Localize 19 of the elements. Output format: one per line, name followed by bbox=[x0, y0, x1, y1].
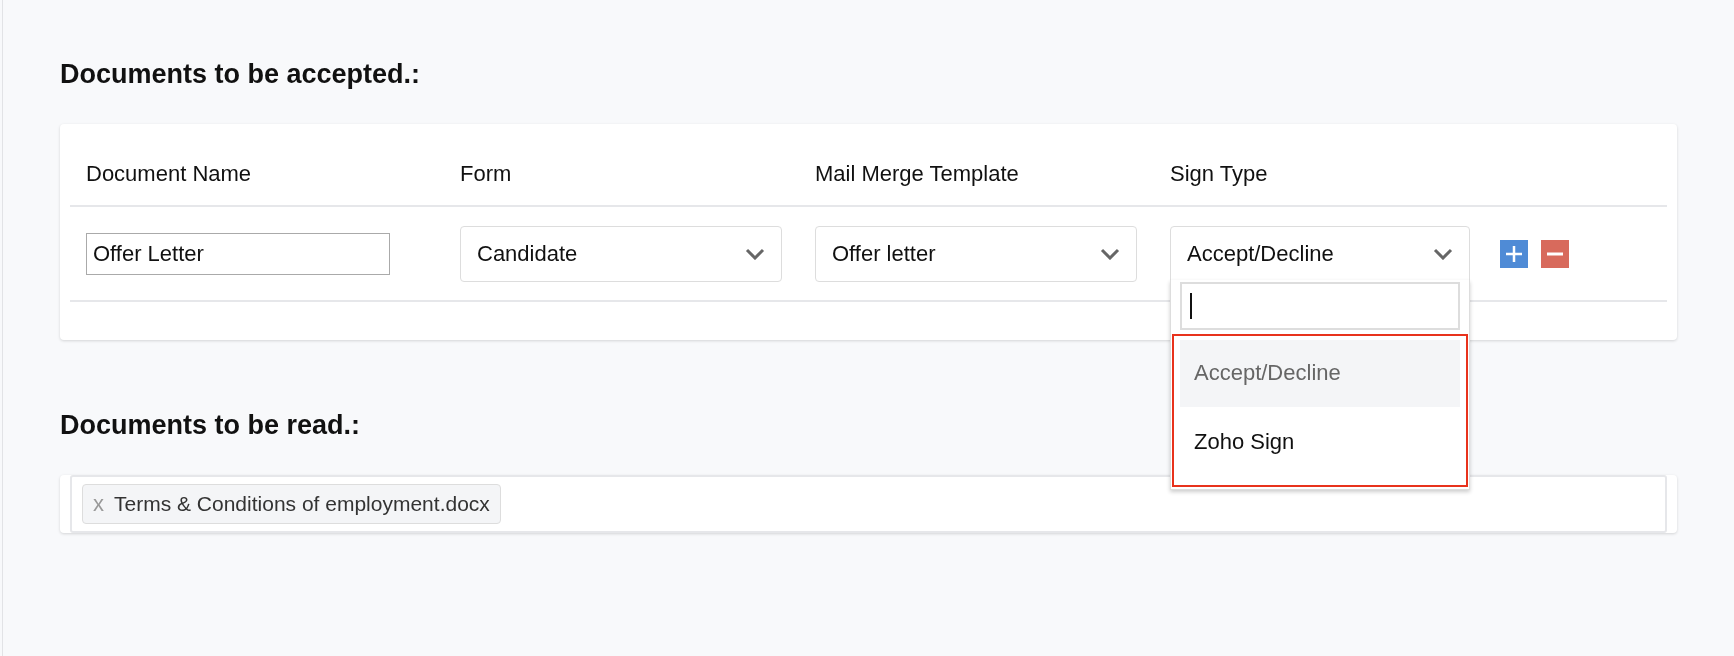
add-icon[interactable] bbox=[1500, 239, 1528, 268]
chevron-down-icon bbox=[1433, 247, 1453, 260]
section-heading: Documents to be accepted.: bbox=[60, 58, 422, 90]
remove-icon[interactable] bbox=[1541, 239, 1569, 268]
chevron-down-icon bbox=[1100, 247, 1120, 260]
select-field[interactable]: Offer letter bbox=[815, 225, 1137, 282]
column-header: Sign Type bbox=[1154, 142, 1484, 207]
text-cursor bbox=[1190, 292, 1192, 319]
column-header: Form bbox=[444, 142, 799, 207]
tag-label: Terms & Conditions of employment.docx bbox=[114, 492, 490, 516]
dropdown-option[interactable]: Accept/Decline bbox=[1180, 339, 1460, 407]
column-header: Document Name bbox=[70, 142, 444, 207]
document-name-field[interactable]: Offer Letter bbox=[86, 232, 390, 275]
search-field[interactable] bbox=[1180, 281, 1460, 330]
select-field[interactable]: Accept/Decline bbox=[1170, 225, 1470, 282]
column-header: Mail Merge Template bbox=[799, 142, 1154, 207]
select-field[interactable]: Candidate bbox=[460, 225, 782, 282]
attachments-field[interactable]: x Terms & Conditions of employment.docx bbox=[70, 475, 1667, 533]
chevron-down-icon bbox=[745, 247, 765, 260]
